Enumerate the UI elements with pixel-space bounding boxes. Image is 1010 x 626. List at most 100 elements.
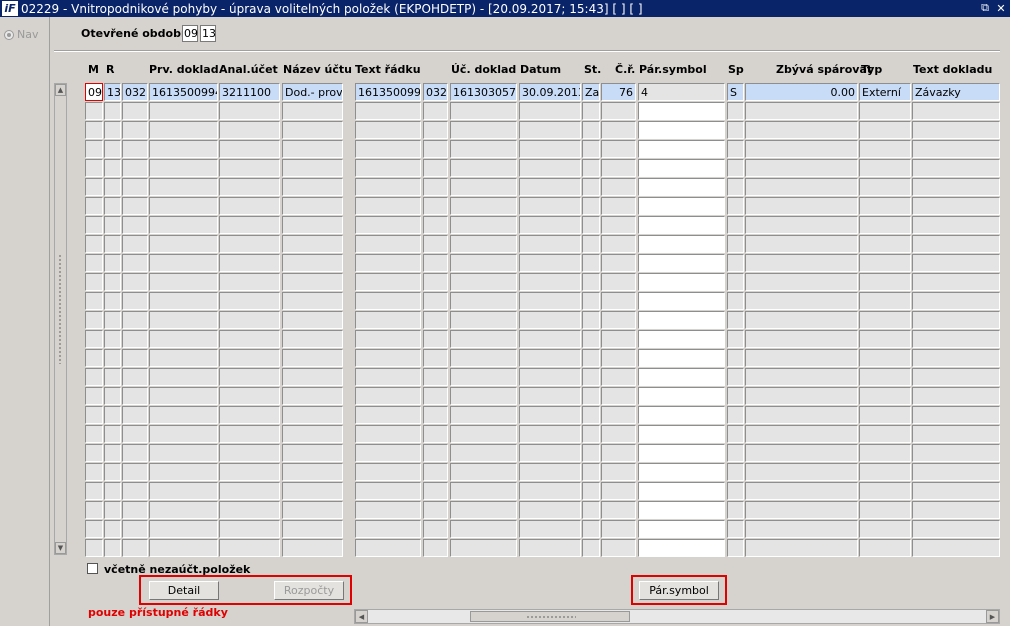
cell-st[interactable] <box>582 311 600 329</box>
cell-datum[interactable] <box>519 482 581 500</box>
cell-uk[interactable]: 032 <box>423 83 448 101</box>
cell-m[interactable] <box>85 121 103 139</box>
cell-textdok[interactable] <box>912 159 1000 177</box>
cell-k[interactable] <box>122 197 148 215</box>
cell-textdok[interactable] <box>912 273 1000 291</box>
cell-prv[interactable] <box>149 387 218 405</box>
cell-sp[interactable] <box>727 501 744 519</box>
cell-text[interactable]: 1613500994 <box>355 83 421 101</box>
cell-anal[interactable] <box>219 292 280 310</box>
cell-zbyva[interactable] <box>745 368 858 386</box>
cell-m[interactable] <box>85 349 103 367</box>
cell-zbyva[interactable] <box>745 520 858 538</box>
cell-anal[interactable] <box>219 216 280 234</box>
cell-uk[interactable] <box>423 292 448 310</box>
cell-datum[interactable] <box>519 463 581 481</box>
cell-uk[interactable] <box>423 425 448 443</box>
vertical-scrollbar[interactable]: ▲ ▼ <box>54 83 67 555</box>
cell-k[interactable] <box>122 501 148 519</box>
cell-prv[interactable] <box>149 539 218 557</box>
cell-typ[interactable] <box>859 349 911 367</box>
cell-prv[interactable] <box>149 102 218 120</box>
cell-zbyva[interactable] <box>745 178 858 196</box>
cell-typ[interactable] <box>859 159 911 177</box>
cell-nazev[interactable] <box>282 425 343 443</box>
cell-prv[interactable] <box>149 235 218 253</box>
cell-r[interactable]: 13 <box>104 83 121 101</box>
cell-nazev[interactable] <box>282 539 343 557</box>
cell-typ[interactable] <box>859 121 911 139</box>
cell-sp[interactable] <box>727 216 744 234</box>
cell-zbyva[interactable] <box>745 387 858 405</box>
cell-typ[interactable] <box>859 292 911 310</box>
cell-par[interactable] <box>638 197 725 215</box>
cell-textdok[interactable] <box>912 368 1000 386</box>
cell-nazev[interactable] <box>282 349 343 367</box>
cell-par[interactable] <box>638 235 725 253</box>
cell-typ[interactable] <box>859 501 911 519</box>
cell-m[interactable] <box>85 501 103 519</box>
cell-zbyva[interactable] <box>745 539 858 557</box>
cell-sp[interactable] <box>727 121 744 139</box>
cell-textdok[interactable] <box>912 102 1000 120</box>
rozpocty-button[interactable]: Rozpočty <box>274 581 344 600</box>
cell-r[interactable] <box>104 444 121 462</box>
cell-uc[interactable] <box>450 330 517 348</box>
cell-datum[interactable] <box>519 501 581 519</box>
cell-cr[interactable] <box>601 406 636 424</box>
cell-r[interactable] <box>104 254 121 272</box>
cell-par[interactable] <box>638 444 725 462</box>
cell-uc[interactable] <box>450 216 517 234</box>
cell-nazev[interactable] <box>282 273 343 291</box>
cell-cr[interactable] <box>601 102 636 120</box>
cell-zbyva[interactable] <box>745 273 858 291</box>
cell-prv[interactable] <box>149 406 218 424</box>
cell-k[interactable] <box>122 273 148 291</box>
cell-typ[interactable] <box>859 387 911 405</box>
cell-uc[interactable] <box>450 121 517 139</box>
cell-r[interactable] <box>104 273 121 291</box>
cell-k[interactable] <box>122 140 148 158</box>
cell-uc[interactable] <box>450 102 517 120</box>
cell-st[interactable] <box>582 121 600 139</box>
period-year-field[interactable]: 13 <box>200 25 216 42</box>
cell-cr[interactable] <box>601 444 636 462</box>
cell-uc[interactable] <box>450 463 517 481</box>
cell-k[interactable] <box>122 216 148 234</box>
cell-r[interactable] <box>104 520 121 538</box>
cell-text[interactable] <box>355 102 421 120</box>
cell-anal[interactable] <box>219 159 280 177</box>
cell-typ[interactable] <box>859 444 911 462</box>
cell-m[interactable] <box>85 368 103 386</box>
cell-zbyva[interactable] <box>745 330 858 348</box>
cell-sp[interactable] <box>727 140 744 158</box>
cell-par[interactable] <box>638 406 725 424</box>
cell-st[interactable] <box>582 501 600 519</box>
cell-st[interactable] <box>582 482 600 500</box>
cell-prv[interactable] <box>149 482 218 500</box>
cell-textdok[interactable] <box>912 387 1000 405</box>
cell-textdok[interactable] <box>912 539 1000 557</box>
cell-nazev[interactable] <box>282 406 343 424</box>
cell-st[interactable] <box>582 349 600 367</box>
cell-text[interactable] <box>355 273 421 291</box>
cell-k[interactable] <box>122 539 148 557</box>
cell-prv[interactable] <box>149 330 218 348</box>
cell-m[interactable] <box>85 482 103 500</box>
cell-m[interactable] <box>85 216 103 234</box>
cell-cr[interactable] <box>601 539 636 557</box>
cell-datum[interactable] <box>519 406 581 424</box>
cell-zbyva[interactable] <box>745 463 858 481</box>
cell-sp[interactable] <box>727 539 744 557</box>
cell-r[interactable] <box>104 140 121 158</box>
cell-r[interactable] <box>104 102 121 120</box>
cell-m[interactable] <box>85 387 103 405</box>
cell-r[interactable] <box>104 330 121 348</box>
cell-st[interactable]: Za <box>582 83 600 101</box>
cell-st[interactable] <box>582 273 600 291</box>
cell-text[interactable] <box>355 159 421 177</box>
cell-datum[interactable] <box>519 292 581 310</box>
cell-m[interactable] <box>85 292 103 310</box>
cell-textdok[interactable] <box>912 235 1000 253</box>
cell-r[interactable] <box>104 178 121 196</box>
